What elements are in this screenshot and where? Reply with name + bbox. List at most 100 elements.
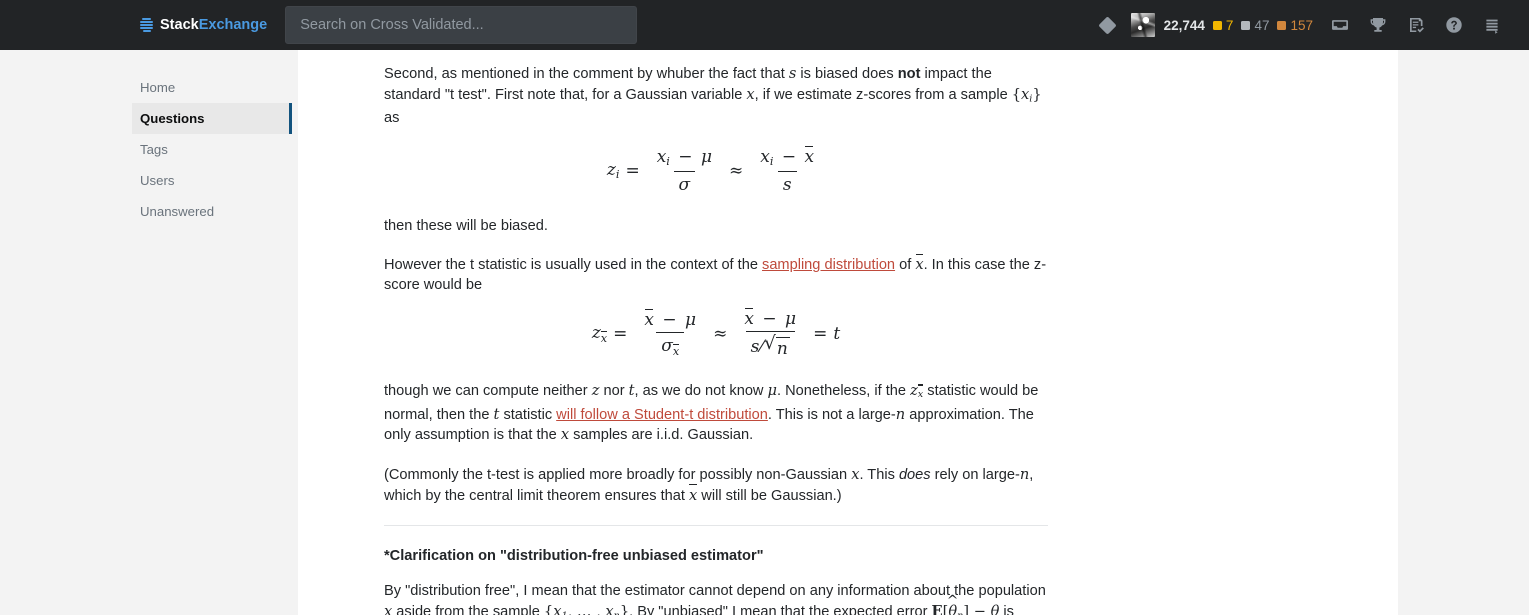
text-fragment: , as we do not know <box>634 382 768 399</box>
sidebar-item-users[interactable]: Users <box>0 165 298 196</box>
paragraph-however: However the t statistic is usually used … <box>384 253 1048 295</box>
section-divider <box>384 525 1048 527</box>
silver-badge-icon <box>1241 20 1251 30</box>
inline-math-xbar: x <box>915 253 924 274</box>
eq2-numerator-1: x − μ <box>644 308 697 331</box>
search-input[interactable] <box>286 7 637 43</box>
text-fragment: samples are i.i.d. Gaussian. <box>569 427 754 444</box>
text-fragment: as <box>384 109 400 126</box>
eq1-approx: ≈ <box>729 161 744 182</box>
emphasis-does: does <box>898 467 931 484</box>
text-fragment: aside from the sample <box>392 603 544 615</box>
inline-math-x: x <box>746 85 755 103</box>
logo-text-plain: Stack <box>160 17 199 33</box>
equation-2-content: zx = x − μ σx ≈ x − μ s ⁄ √ n = t <box>591 307 841 359</box>
eq2-equals-2: = <box>813 323 828 344</box>
sidebar-item-unanswered[interactable]: Unanswered <box>0 196 298 227</box>
bronze-badge-icon <box>1277 20 1287 30</box>
eq1-denominator-2: s <box>777 170 797 195</box>
inline-math-n-2: n <box>1019 466 1030 484</box>
eq1-numerator-1: xi − μ <box>656 147 713 169</box>
eq2-fraction-1: x − μ σx <box>639 308 701 358</box>
equation-t-statistic: zx = x − μ σx ≈ x − μ s ⁄ √ n = t <box>384 307 1048 359</box>
eq2-fraction-2: x − μ s ⁄ √ n <box>739 307 801 359</box>
trophy-icon[interactable] <box>1359 0 1397 50</box>
search-box[interactable] <box>285 6 638 44</box>
main-content: Second, as mentioned in the comment by w… <box>298 50 1398 615</box>
answer-post-body: Second, as mentioned in the comment by w… <box>298 50 1398 615</box>
text-fragment: though we can compute neither <box>384 382 592 399</box>
eq2-numerator-2: x − μ <box>744 307 797 330</box>
stackexchange-diamond-icon[interactable] <box>1091 0 1125 50</box>
text-fragment: will still be Gaussian.) <box>697 487 842 504</box>
sidebar-item-tags[interactable]: Tags <box>0 134 298 165</box>
avatar[interactable] <box>1130 13 1155 37</box>
site-switcher-icon[interactable] <box>1473 0 1511 50</box>
inline-math-sample-list: {x1, … , xn} <box>543 602 630 615</box>
inline-math-n: n <box>895 405 906 423</box>
eq1-denominator-1: σ <box>673 170 696 195</box>
text-fragment: statistic <box>499 406 557 423</box>
inbox-icon[interactable] <box>1321 0 1359 50</box>
inline-math-z-xbar: zx <box>910 382 924 400</box>
inline-math-x-4: x <box>384 602 393 615</box>
silver-badge-count: 47 <box>1254 17 1270 33</box>
text-fragment: . This is not a large- <box>767 406 896 423</box>
review-queue-icon[interactable] <box>1397 0 1435 50</box>
reputation-count: 22,744 <box>1163 17 1205 33</box>
text-fragment: . Nonetheless, if the <box>777 382 911 399</box>
top-navigation-bar: StackExchange 22,744 7 47 157 <box>0 0 1529 50</box>
link-student-t-distribution[interactable]: will follow a Student-t distribution <box>556 407 768 423</box>
text-fragment: is biased does <box>796 66 898 82</box>
eq1-fraction-1: xi − μ σ <box>652 147 717 194</box>
equation-z-score-sample: zi = xi − μ σ ≈ xi − x s <box>384 145 1048 195</box>
inline-math-sample-set: {xi} <box>1011 85 1042 105</box>
sidebar-item-home[interactable]: Home <box>0 72 298 103</box>
silver-badge-group[interactable]: 47 <box>1241 18 1269 33</box>
text-fragment: . By "unbiased" I mean that the expected… <box>629 603 932 615</box>
text-fragment: However the t statistic is usually used … <box>384 257 763 274</box>
link-sampling-distribution[interactable]: sampling distribution <box>762 257 895 273</box>
gold-badge-count: 7 <box>1225 17 1234 33</box>
paragraph-clarification: By "distribution free", I mean that the … <box>384 582 1048 615</box>
bronze-badge-group[interactable]: 157 <box>1277 18 1313 33</box>
eq1-equals: = <box>625 161 640 182</box>
paragraph-second: Second, as mentioned in the comment by w… <box>384 64 1048 128</box>
eq2-approx: ≈ <box>713 323 728 344</box>
paragraph-commonly: (Commonly the t-test is applied more bro… <box>384 465 1048 506</box>
text-fragment: (Commonly the t-test is applied more bro… <box>384 467 852 484</box>
text-fragment: of <box>895 257 916 274</box>
eq1-numerator-2: xi − x <box>760 145 815 169</box>
paragraph-though: though we can compute neither z nor t, a… <box>384 381 1048 446</box>
eq2-denominator-2: s ⁄ √ n <box>745 331 795 359</box>
gold-badge-group[interactable]: 7 <box>1212 17 1234 33</box>
stackexchange-logo[interactable]: StackExchange <box>140 0 267 50</box>
eq2-rhs: t <box>833 323 841 344</box>
text-fragment: . This <box>859 467 899 484</box>
gold-badge-icon <box>1212 20 1222 30</box>
nav-right-group: 22,744 7 47 157 <box>1091 0 1529 50</box>
help-icon[interactable] <box>1435 0 1473 50</box>
logo-text: StackExchange <box>160 17 267 33</box>
eq2-denominator-1: σx <box>656 332 685 358</box>
left-sidebar: Home Questions Tags Users Unanswered <box>0 50 298 615</box>
text-fragment: Second, as mentioned in the comment by w… <box>384 66 789 82</box>
equation-1-content: zi = xi − μ σ ≈ xi − x s <box>607 145 825 195</box>
eq1-fraction-2: xi − x s <box>755 145 819 195</box>
bronze-badge-count: 157 <box>1290 17 1313 33</box>
eq2-lhs: zx <box>591 323 608 345</box>
inline-math-x-2: x <box>560 426 570 444</box>
eq2-equals: = <box>613 323 628 344</box>
emphasis-not: not <box>897 66 921 82</box>
inline-math-mu: μ <box>767 381 778 399</box>
user-profile-link[interactable]: 22,744 7 47 157 <box>1125 0 1321 50</box>
inline-math-expected-error: E[θn] − θ <box>932 603 1000 615</box>
logo-text-accent: Exchange <box>198 17 268 33</box>
clarification-heading: *Clarification on "distribution-free unb… <box>384 548 764 565</box>
stack-logo-icon <box>140 17 153 33</box>
sidebar-navigation: Home Questions Tags Users Unanswered <box>0 50 298 227</box>
text-fragment: rely on large- <box>930 467 1020 484</box>
text-fragment: nor <box>599 382 629 399</box>
sidebar-item-questions[interactable]: Questions <box>132 103 292 134</box>
text-fragment: , if we estimate z-scores from a sample <box>754 86 1012 103</box>
